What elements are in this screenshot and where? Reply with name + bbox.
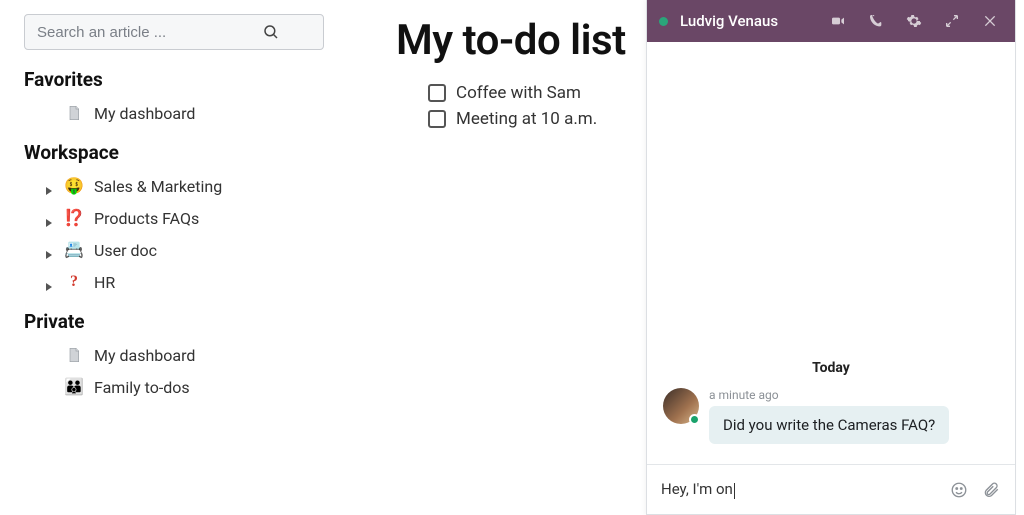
sidebar-item-my-dashboard-private[interactable]: My dashboard — [24, 339, 336, 371]
todo-label: Coffee with Sam — [456, 83, 581, 103]
sidebar-item-user-doc[interactable]: 📇 User doc — [24, 234, 336, 266]
double-exclaim-icon: ⁉️ — [64, 208, 84, 228]
sidebar-item-family-todos[interactable]: 👪 Family to-dos — [24, 371, 336, 403]
document-icon — [64, 345, 84, 365]
sidebar-item-label: My dashboard — [94, 104, 195, 123]
section-title-favorites: Favorites — [24, 68, 336, 91]
sidebar-item-my-dashboard[interactable]: My dashboard — [24, 97, 336, 129]
sidebar-item-label: User doc — [94, 241, 157, 260]
nav-list-private: My dashboard 👪 Family to-dos — [24, 339, 336, 403]
chat-contact-name[interactable]: Ludvig Venaus — [680, 12, 813, 30]
composer-value: Hey, I'm on — [661, 480, 733, 498]
sidebar-item-label: Products FAQs — [94, 209, 199, 228]
video-call-icon[interactable] — [825, 8, 851, 34]
sidebar-item-label: Family to-dos — [94, 378, 190, 397]
checkbox-icon[interactable] — [428, 84, 446, 102]
chat-composer: Hey, I'm on — [647, 464, 1015, 514]
presence-online-icon — [689, 414, 700, 425]
chevron-right-icon[interactable] — [44, 277, 54, 287]
question-mark-icon: ? — [64, 272, 84, 292]
search-icon[interactable] — [262, 23, 280, 41]
sidebar-item-label: My dashboard — [94, 346, 195, 365]
section-title-private: Private — [24, 310, 336, 333]
text-cursor-icon — [734, 483, 735, 499]
chat-panel: Ludvig Venaus Today — [646, 0, 1016, 515]
chevron-right-icon[interactable] — [44, 181, 54, 191]
section-title-workspace: Workspace — [24, 141, 336, 164]
sidebar: Favorites My dashboard Workspace 🤑 Sal — [0, 0, 350, 515]
family-icon: 👪 — [64, 377, 84, 397]
app-root: Favorites My dashboard Workspace 🤑 Sal — [0, 0, 1024, 515]
chevron-right-icon[interactable] — [44, 213, 54, 223]
card-index-icon: 📇 — [64, 240, 84, 260]
composer-text[interactable]: Hey, I'm on — [661, 480, 937, 498]
search-wrap — [24, 14, 336, 50]
money-face-icon: 🤑 — [64, 176, 84, 196]
gear-icon[interactable] — [901, 8, 927, 34]
chat-message: a minute ago Did you write the Cameras F… — [663, 388, 999, 444]
sidebar-item-label: Sales & Marketing — [94, 177, 222, 196]
emoji-picker-icon[interactable] — [949, 480, 969, 500]
presence-online-icon — [659, 17, 668, 26]
document-icon — [64, 103, 84, 123]
close-icon[interactable] — [977, 8, 1003, 34]
chat-body: Today a minute ago Did you write the Cam… — [647, 42, 1015, 464]
sidebar-item-products-faqs[interactable]: ⁉️ Products FAQs — [24, 202, 336, 234]
phone-call-icon[interactable] — [863, 8, 889, 34]
message-bubble: Did you write the Cameras FAQ? — [709, 406, 949, 444]
message-column: a minute ago Did you write the Cameras F… — [709, 388, 949, 444]
nav-list-workspace: 🤑 Sales & Marketing ⁉️ Products FAQs 📇 U… — [24, 170, 336, 298]
chat-day-separator: Today — [663, 360, 999, 376]
caret-spacer — [44, 108, 54, 118]
caret-spacer — [44, 350, 54, 360]
sidebar-item-sales-marketing[interactable]: 🤑 Sales & Marketing — [24, 170, 336, 202]
todo-label: Meeting at 10 a.m. — [456, 109, 597, 129]
chevron-right-icon[interactable] — [44, 245, 54, 255]
nav-list-favorites: My dashboard — [24, 97, 336, 129]
attach-icon[interactable] — [981, 480, 1001, 500]
caret-spacer — [44, 382, 54, 392]
chat-header: Ludvig Venaus — [647, 0, 1015, 42]
avatar[interactable] — [663, 388, 699, 424]
sidebar-item-label: HR — [94, 273, 115, 292]
checkbox-icon[interactable] — [428, 110, 446, 128]
expand-icon[interactable] — [939, 8, 965, 34]
sidebar-item-hr[interactable]: ? HR — [24, 266, 336, 298]
message-timestamp: a minute ago — [709, 388, 949, 402]
